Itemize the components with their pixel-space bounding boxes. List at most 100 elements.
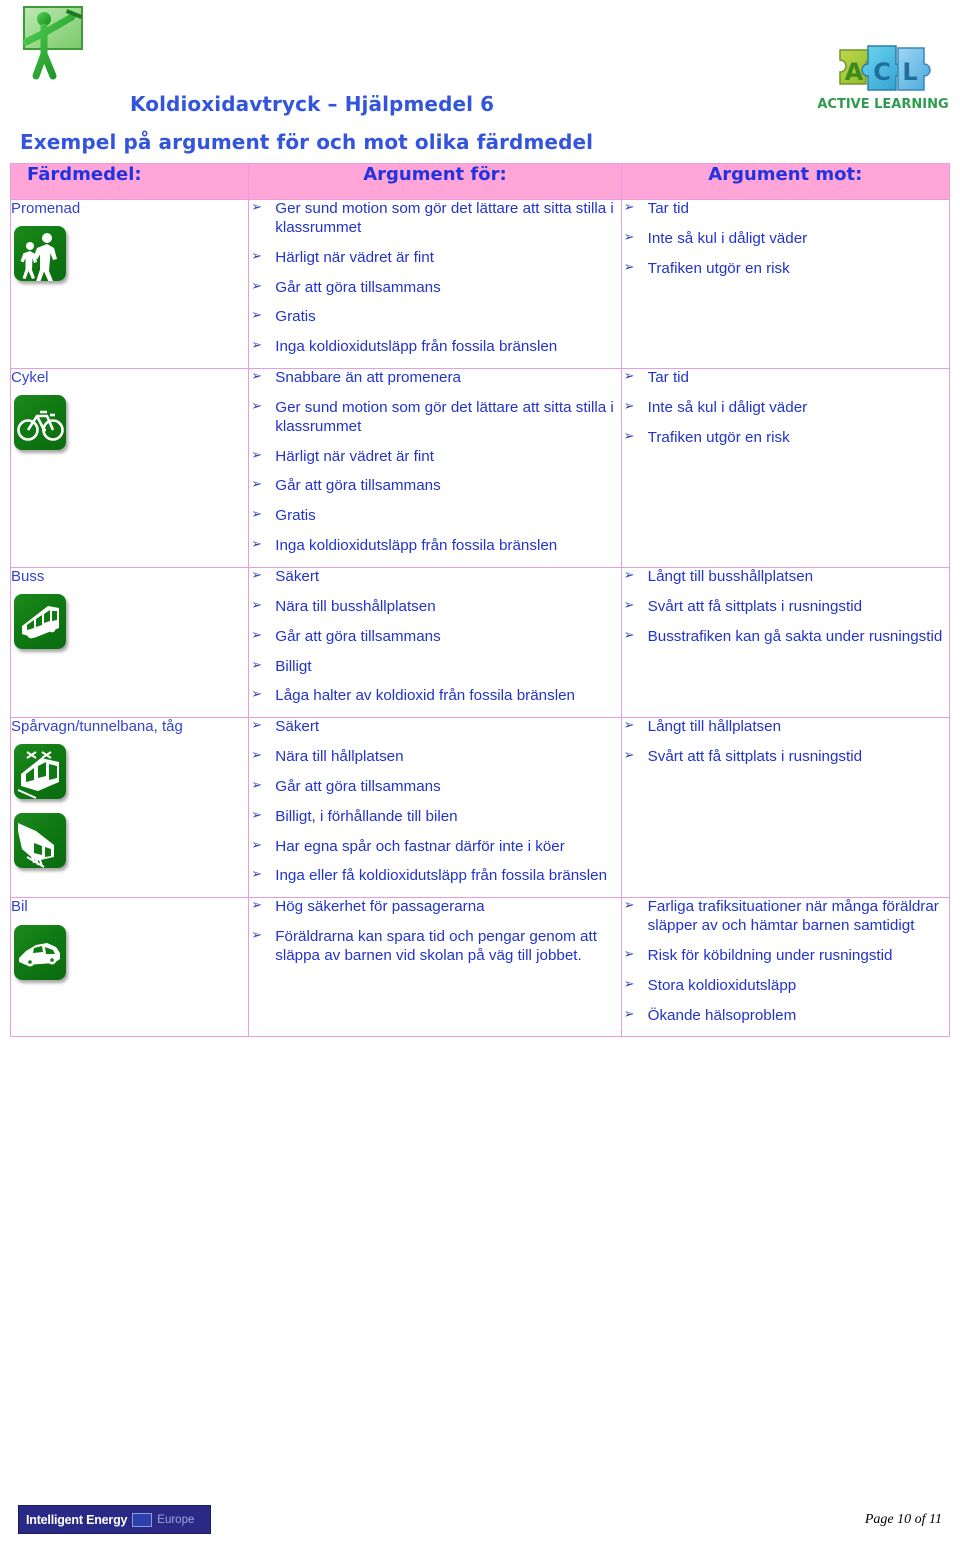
- footer-logo-secondary-text: Europe: [157, 1513, 195, 1526]
- mode-cell: Buss: [9, 566, 250, 719]
- page-number: Page 10 of 11: [864, 1512, 942, 1527]
- table-row: Spårvagn/tunnelbana, tåg ➢ Säkert ➢ Nära…: [9, 717, 951, 899]
- tram-icon: [14, 744, 66, 800]
- intelligent-energy-europe-logo: Intelligent Energy Europe: [18, 1505, 211, 1534]
- list-item: Hög säkerhet för passagerarna: [249, 898, 620, 917]
- list-item: Trafiken utgör en risk: [622, 260, 949, 279]
- list-item: Låga halter av koldioxid från fossila br…: [249, 687, 620, 706]
- list-item: Ökande hälsoproblem: [622, 1007, 949, 1026]
- list-item: Trafiken utgör en risk: [622, 429, 949, 448]
- list-item: Tar tid: [622, 369, 949, 388]
- list-item: Snabbare än att promenera: [249, 369, 620, 388]
- list-item: Går att göra tillsammans: [249, 628, 620, 647]
- table-header-row: Färdmedel: Argument för: Argument mot:: [9, 163, 951, 200]
- mode-label: Buss: [11, 567, 45, 585]
- svg-text:C: C: [873, 58, 891, 86]
- arguments-for-list: Säkert Nära till busshållplatsen Går att…: [249, 568, 620, 706]
- mode-cell: Promenad: [9, 198, 250, 370]
- list-item: Risk för köbildning under rusningstid: [622, 947, 949, 966]
- mode-label: Bil: [11, 898, 28, 916]
- teacher-logo: [14, 2, 88, 84]
- arguments-against-cell: Långt till busshållplatsen Svårt att få …: [620, 566, 951, 719]
- footer-logo-primary-text: Intelligent Energy: [26, 1512, 128, 1527]
- mode-icons: [11, 226, 248, 282]
- list-item: Farliga trafiksituationer när många förä…: [622, 898, 949, 936]
- arguments-for-list: Säkert Nära till hållplatsen Går att gör…: [249, 718, 620, 886]
- train-icon: [14, 813, 66, 869]
- list-item: Ger sund motion som gör det lättare att …: [249, 399, 620, 437]
- list-item: Busstrafiken kan gå sakta under rusnings…: [622, 628, 949, 647]
- car-icon: [14, 924, 66, 980]
- list-item: Tar tid: [622, 200, 949, 219]
- mode-label: Promenad: [11, 200, 81, 217]
- mode-icons: [11, 594, 248, 650]
- column-header-against: Argument mot:: [620, 163, 951, 200]
- list-item: Säkert: [249, 718, 620, 737]
- eu-flag-icon: [132, 1512, 153, 1527]
- list-item: Går att göra tillsammans: [249, 477, 620, 496]
- arguments-against-cell: Tar tid Inte så kul i dåligt väder Trafi…: [620, 198, 951, 370]
- arguments-against-cell: Farliga trafiksituationer när många förä…: [620, 897, 951, 1038]
- list-item: Stora koldioxidutsläpp: [622, 977, 949, 996]
- acl-logo-caption: ACTIVE LEARNING: [817, 97, 948, 112]
- list-item: Billigt: [249, 658, 620, 677]
- bicycle-icon: [14, 395, 66, 451]
- list-item: Gratis: [249, 308, 620, 327]
- list-item: Långt till hållplatsen: [622, 718, 949, 737]
- mode-cell: Bil: [9, 897, 250, 1038]
- list-item: Gratis: [249, 507, 620, 526]
- list-item: Billigt, i förhållande till bilen: [249, 808, 620, 827]
- arguments-against-list: Tar tid Inte så kul i dåligt väder Trafi…: [622, 369, 949, 448]
- page-subtitle: Exempel på argument för och mot olika fä…: [20, 130, 594, 154]
- arguments-against-list: Farliga trafiksituationer när många förä…: [622, 898, 949, 1025]
- list-item: Nära till hållplatsen: [249, 748, 620, 767]
- list-item: Säkert: [249, 568, 620, 587]
- active-learning-logo: A C L ACTIVE LEARNING: [812, 32, 955, 124]
- arguments-for-cell: Snabbare än att promenera Ger sund motio…: [248, 368, 622, 568]
- arguments-for-cell: Säkert Nära till busshållplatsen Går att…: [248, 566, 622, 719]
- list-item: Långt till busshållplatsen: [622, 568, 949, 587]
- pedestrian-icon: [14, 226, 66, 282]
- arguments-against-list: Långt till hållplatsen Svårt att få sitt…: [622, 718, 949, 767]
- mode-icons: [11, 395, 248, 451]
- arguments-for-list: Ger sund motion som gör det lättare att …: [249, 200, 620, 357]
- svg-text:A: A: [845, 58, 864, 86]
- arguments-for-cell: Ger sund motion som gör det lättare att …: [248, 198, 622, 370]
- list-item: Inga koldioxidutsläpp från fossila bräns…: [249, 537, 620, 556]
- mode-cell: Cykel: [9, 368, 250, 568]
- list-item: Svårt att få sittplats i rusningstid: [622, 748, 949, 767]
- svg-text:L: L: [902, 58, 917, 86]
- mode-label: Spårvagn/tunnelbana, tåg: [11, 718, 183, 736]
- list-item: Nära till busshållplatsen: [249, 598, 620, 617]
- page-title: Koldioxidavtryck – Hjälpmedel 6: [130, 92, 495, 116]
- list-item: Har egna spår och fastnar därför inte i …: [249, 838, 620, 857]
- arguments-against-cell: Tar tid Inte så kul i dåligt väder Trafi…: [620, 368, 951, 568]
- table-row: Bil ➢ Hög säkerhet för passagerarna ➢ Fö…: [9, 897, 951, 1038]
- list-item: Inte så kul i dåligt väder: [622, 399, 949, 418]
- list-item: Svårt att få sittplats i rusningstid: [622, 598, 949, 617]
- table-row: Cykel ➢ Snabbare än att promenera ➢ Ger …: [9, 368, 951, 568]
- list-item: Härligt när vädret är fint: [249, 249, 620, 268]
- list-item: Ger sund motion som gör det lättare att …: [249, 200, 620, 238]
- list-item: Går att göra tillsammans: [249, 279, 620, 298]
- list-item: Härligt när vädret är fint: [249, 448, 620, 467]
- list-item: Inte så kul i dåligt väder: [622, 230, 949, 249]
- list-item: Går att göra tillsammans: [249, 778, 620, 797]
- list-item: Inga koldioxidutsläpp från fossila bräns…: [249, 338, 620, 357]
- arguments-against-list: Långt till busshållplatsen Svårt att få …: [622, 568, 949, 647]
- mode-icons: [11, 924, 248, 980]
- arguments-against-cell: Långt till hållplatsen Svårt att få sitt…: [620, 717, 951, 899]
- column-header-for: Argument för:: [248, 163, 622, 200]
- table-row: Promenad ➢ Ger sund motion som gör det l…: [9, 198, 951, 370]
- arguments-against-list: Tar tid Inte så kul i dåligt väder Trafi…: [622, 200, 949, 279]
- arguments-for-cell: Hög säkerhet för passagerarna Föräldrarn…: [248, 897, 622, 1038]
- arguments-for-cell: Säkert Nära till hållplatsen Går att gör…: [248, 717, 622, 899]
- list-item: Föräldrarna kan spara tid och pengar gen…: [249, 928, 620, 966]
- table-row: Buss ➢ Säkert ➢ Nära till busshållplatse…: [9, 566, 951, 719]
- mode-icons: [11, 744, 248, 869]
- mode-cell: Spårvagn/tunnelbana, tåg: [9, 717, 250, 899]
- arguments-table: Färdmedel: Argument för: Argument mot: P…: [9, 163, 951, 1038]
- arguments-for-list: Hög säkerhet för passagerarna Föräldrarn…: [249, 898, 620, 966]
- bus-icon: [14, 594, 66, 650]
- arguments-for-list: Snabbare än att promenera Ger sund motio…: [249, 369, 620, 556]
